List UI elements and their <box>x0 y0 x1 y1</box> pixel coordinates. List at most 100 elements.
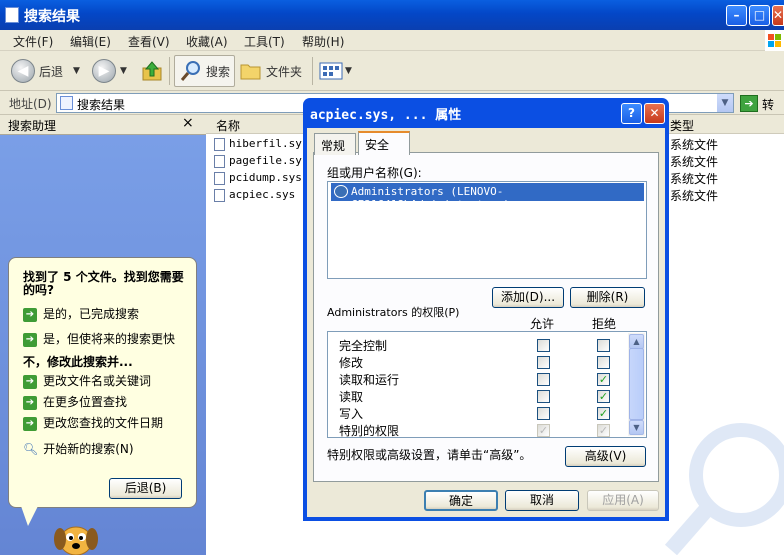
file-row-name[interactable]: hiberfil.sys <box>229 137 308 150</box>
menu-help[interactable]: 帮助(H) <box>302 33 344 50</box>
file-row-name[interactable]: pagefile.sys <box>229 154 308 167</box>
link-yes-done[interactable]: ➔ 是的，已完成搜索 <box>23 305 139 322</box>
found-files-text: 找到了 5 个文件。找到您需要的吗? <box>23 270 184 297</box>
allow-header: 允许 <box>530 317 555 331</box>
permission-deny-checkbox[interactable]: ✓ <box>597 390 610 403</box>
link-change-name[interactable]: ➔ 更改文件名或关键词 <box>23 372 151 389</box>
search-results-icon <box>5 7 19 23</box>
no-refine-text: 不，修改此搜索并... <box>23 355 133 369</box>
window-title: 搜索结果 <box>24 9 80 25</box>
chevron-down-icon[interactable]: ▼ <box>717 94 733 112</box>
cancel-button[interactable]: 取消 <box>505 490 579 511</box>
tab-security[interactable]: 安全 <box>358 131 410 155</box>
window-titlebar[interactable]: 搜索结果 – □ ✕ <box>0 0 784 30</box>
close-icon[interactable]: × <box>182 115 194 131</box>
magnifier-icon: 🔍︎ <box>23 442 39 456</box>
permission-deny-checkbox[interactable] <box>597 339 610 352</box>
up-folder-icon <box>142 61 162 81</box>
folders-button[interactable]: 文件夹 <box>240 55 302 87</box>
advanced-button[interactable]: 高级(V) <box>565 446 646 467</box>
address-value: 搜索结果 <box>77 98 126 112</box>
search-pane-header: 搜索助理 × <box>0 115 206 135</box>
link-change-name-label[interactable]: 更改文件名或关键词 <box>43 374 151 388</box>
group-item-administrators[interactable]: Administrators (LENOVO-CE316418\Administ… <box>331 183 644 211</box>
column-type[interactable]: 类型 <box>670 117 694 134</box>
permission-deny-checkbox[interactable]: ✓ <box>597 407 610 420</box>
search-pane-title: 搜索助理 <box>8 119 57 133</box>
link-new-search[interactable]: 🔍︎ 开始新的搜索(N) <box>23 440 134 457</box>
forward-button[interactable]: ▶ ▼ <box>92 55 127 87</box>
apply-button[interactable]: 应用(A) <box>587 490 659 511</box>
link-change-date[interactable]: ➔ 更改您查找的文件日期 <box>23 414 163 431</box>
permission-deny-checkbox[interactable]: ✓ <box>597 373 610 386</box>
chevron-down-icon[interactable]: ▼ <box>120 66 127 76</box>
forward-arrow-icon: ▶ <box>92 59 116 83</box>
file-row-type: 系统文件 <box>670 189 719 203</box>
column-name[interactable]: 名称 <box>216 117 240 134</box>
remove-button[interactable]: 删除(R) <box>570 287 645 308</box>
menu-tools[interactable]: 工具(T) <box>244 33 285 50</box>
file-row-type: 系统文件 <box>670 155 719 169</box>
back-button[interactable]: ◀ 后退 ▼ <box>11 55 80 87</box>
watermark-magnifier-icon <box>664 423 784 555</box>
green-arrow-icon: ➔ <box>23 374 37 389</box>
permission-allow-checkbox[interactable] <box>537 373 550 386</box>
up-folder-button[interactable] <box>141 55 163 87</box>
toolbar: ◀ 后退 ▼ ▶ ▼ 搜索 文件夹 ▼ <box>0 51 784 91</box>
permission-deny-checkbox[interactable] <box>597 356 610 369</box>
sys-file-icon <box>214 138 225 151</box>
balloon-tail <box>21 506 38 526</box>
advanced-hint: 特别权限或高级设置，请单击“高级”。 <box>327 448 532 462</box>
add-button[interactable]: 添加(D)... <box>492 287 564 308</box>
link-more-locations-label[interactable]: 在更多位置查找 <box>43 395 127 409</box>
file-row-type: 系统文件 <box>670 172 719 186</box>
menu-view[interactable]: 查看(V) <box>128 33 170 50</box>
sys-file-icon <box>214 155 225 168</box>
help-button[interactable]: ? <box>621 103 642 124</box>
green-arrow-icon: ➔ <box>23 416 37 431</box>
link-yes-faster[interactable]: ➔ 是，但使将来的搜索更快 <box>23 330 175 347</box>
minimize-button[interactable]: – <box>726 5 747 26</box>
permission-allow-checkbox[interactable] <box>537 356 550 369</box>
link-yes-done-label[interactable]: 是的，已完成搜索 <box>43 307 139 321</box>
menu-favorites[interactable]: 收藏(A) <box>186 33 228 50</box>
maximize-button[interactable]: □ <box>749 5 770 26</box>
link-more-locations[interactable]: ➔ 在更多位置查找 <box>23 393 127 410</box>
close-window-button[interactable]: ✕ <box>772 5 784 26</box>
file-row-name[interactable]: acpiec.sys <box>229 188 295 201</box>
chevron-down-icon[interactable]: ▼ <box>345 66 352 76</box>
green-arrow-icon: ➔ <box>23 332 37 347</box>
dialog-close-button[interactable]: ✕ <box>644 103 665 124</box>
sys-file-icon <box>214 189 225 202</box>
ok-button[interactable]: 确定 <box>424 490 498 511</box>
link-change-date-label[interactable]: 更改您查找的文件日期 <box>43 416 163 430</box>
search-button[interactable]: 搜索 <box>174 55 236 87</box>
toolbar-separator <box>169 57 170 85</box>
search-dog-icon[interactable] <box>52 515 102 556</box>
go-arrow-icon[interactable]: ➔ <box>740 95 758 112</box>
folder-icon <box>240 64 261 80</box>
permission-allow-checkbox: ✓ <box>537 424 550 437</box>
permission-name: 完全控制 <box>339 339 388 353</box>
address-label: 地址(D) <box>9 97 52 111</box>
scroll-up-arrow[interactable]: ▲ <box>629 334 644 349</box>
green-arrow-icon: ➔ <box>23 307 37 322</box>
tab-general[interactable]: 常规 <box>314 133 356 155</box>
scroll-down-arrow[interactable]: ▼ <box>629 420 644 435</box>
permission-name: 读取 <box>339 390 364 404</box>
link-yes-faster-label[interactable]: 是，但使将来的搜索更快 <box>43 332 175 346</box>
sys-file-icon <box>214 172 225 185</box>
menu-file[interactable]: 文件(F) <box>13 33 53 50</box>
file-row-name[interactable]: pcidump.sys <box>229 171 302 184</box>
menu-edit[interactable]: 编辑(E) <box>70 33 111 50</box>
scroll-thumb[interactable] <box>629 348 644 420</box>
windows-logo-icon <box>765 30 784 51</box>
views-button[interactable]: ▼ <box>319 55 352 87</box>
permission-allow-checkbox[interactable] <box>537 407 550 420</box>
file-row-type: 系统文件 <box>670 138 719 152</box>
chevron-down-icon[interactable]: ▼ <box>73 66 80 76</box>
permission-allow-checkbox[interactable] <box>537 339 550 352</box>
link-new-search-label[interactable]: 开始新的搜索(N) <box>43 442 133 456</box>
permission-allow-checkbox[interactable] <box>537 390 550 403</box>
back-button-balloon[interactable]: 后退(B) <box>109 478 182 499</box>
